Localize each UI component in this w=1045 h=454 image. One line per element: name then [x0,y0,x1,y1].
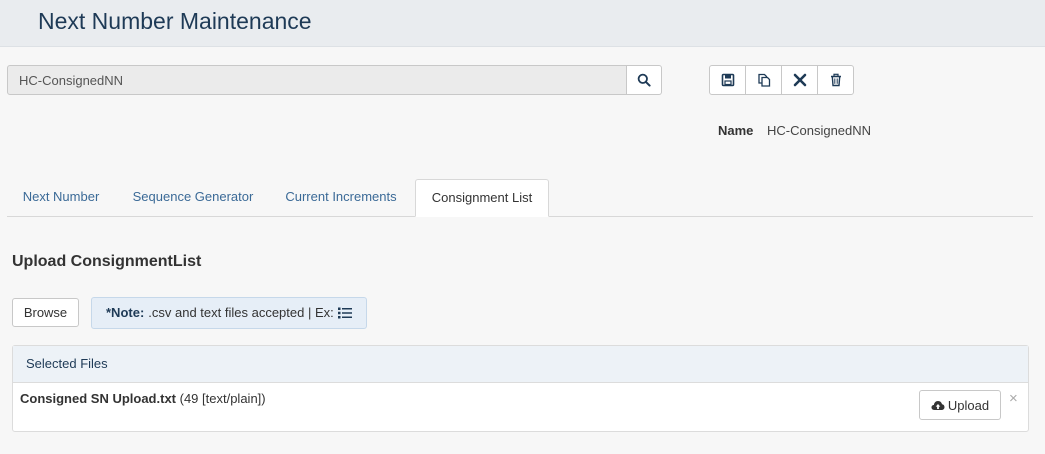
page-title: Next Number Maintenance [38,8,312,34]
tab-current-increments[interactable]: Current Increments [275,179,407,215]
search-input[interactable] [7,65,627,95]
record-toolbar [709,65,854,95]
upload-button[interactable]: Upload [919,390,1001,420]
cloud-upload-icon [931,400,945,410]
trash-icon [830,73,841,87]
file-name: Consigned SN Upload.txt [20,391,176,406]
save-icon [721,73,734,87]
delete-button[interactable] [818,66,853,94]
upload-label: Upload [947,397,990,413]
selected-files-panel: Selected Files Consigned SN Upload.txt (… [12,345,1029,432]
cancel-button[interactable] [782,66,818,94]
file-type-note: *Note: .csv and text files accepted | Ex… [91,297,367,329]
note-label: *Note: [106,305,145,320]
name-value: HC-ConsignedNN [767,123,872,138]
browse-button[interactable]: Browse [12,298,79,327]
file-item: Consigned SN Upload.txt (49 [text/plain]… [20,391,266,406]
copy-icon [757,73,770,87]
search-icon [637,73,651,87]
save-button[interactable] [710,66,746,94]
page-header: Next Number Maintenance [0,0,1045,47]
tab-next-number[interactable]: Next Number [11,179,111,215]
note-text: .csv and text files accepted | Ex: [148,305,334,320]
tab-bar: Next Number Sequence Generator Current I… [7,179,1033,217]
close-icon [793,73,806,87]
remove-file-button[interactable]: × [1009,390,1018,407]
selected-files-heading: Selected Files [13,346,1028,383]
tab-sequence-generator[interactable]: Sequence Generator [121,179,265,215]
name-label: Name [718,123,754,138]
upload-section-title: Upload ConsignmentList [12,253,202,270]
search-button[interactable] [627,65,662,95]
file-meta: (49 [text/plain]) [179,391,266,406]
tab-consignment-list[interactable]: Consignment List [415,179,549,217]
copy-button[interactable] [746,66,782,94]
list-icon[interactable] [337,307,352,319]
